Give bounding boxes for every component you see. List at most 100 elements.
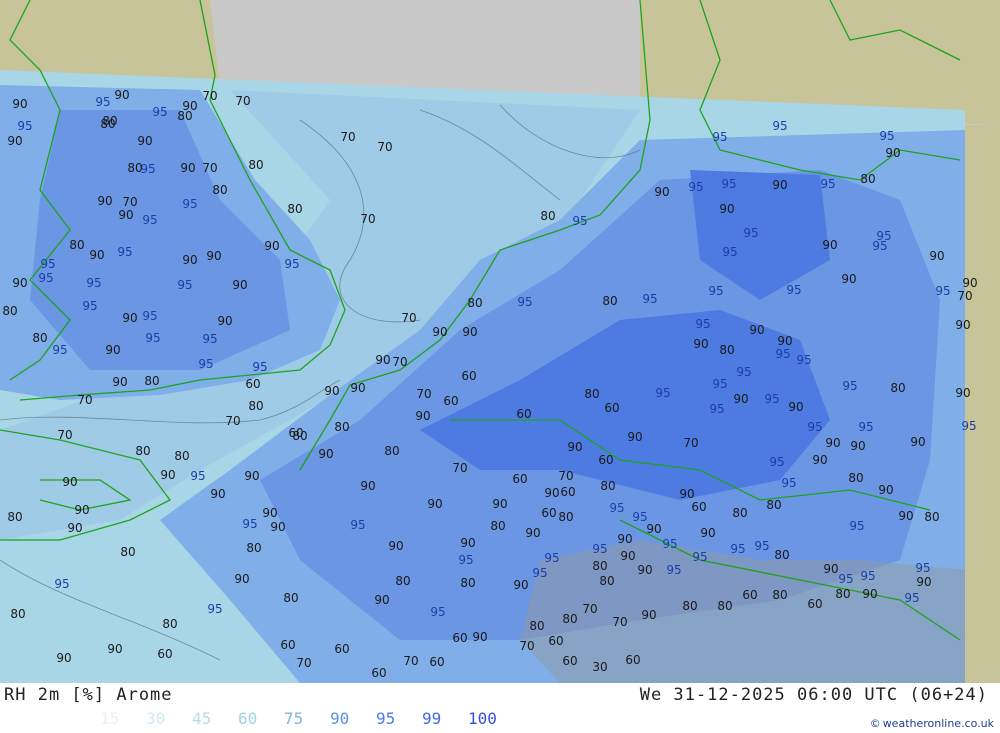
rh-label: 70 (122, 195, 137, 209)
rh-label: 95 (17, 119, 32, 133)
rh-label: 80 (717, 599, 732, 613)
rh-label: 90 (122, 311, 137, 325)
rh-label: 60 (280, 638, 295, 652)
rh-label: 95 (572, 214, 587, 228)
rh-label: 80 (162, 617, 177, 631)
rh-label: 95 (642, 292, 657, 306)
rh-label: 60 (541, 506, 556, 520)
rh-label: 80 (212, 183, 227, 197)
rh-label: 95 (82, 299, 97, 313)
rh-label: 95 (430, 605, 445, 619)
rh-label: 95 (202, 332, 217, 346)
rh-label: 95 (915, 561, 930, 575)
rh-label: 95 (142, 213, 157, 227)
rh-label: 90 (112, 375, 127, 389)
rh-label: 70 (558, 469, 573, 483)
rh-label: 80 (2, 304, 17, 318)
rh-label: 80 (682, 599, 697, 613)
rh-label: 70 (340, 130, 355, 144)
rh-label: 60 (157, 647, 172, 661)
rh-label: 80 (562, 612, 577, 626)
rh-label: 95 (458, 553, 473, 567)
rh-label: 80 (460, 576, 475, 590)
rh-label: 60 (245, 377, 260, 391)
rh-label: 95 (140, 162, 155, 176)
rh-label: 70 (957, 289, 972, 303)
rh-label: 95 (849, 519, 864, 533)
rh-label: 60 (548, 634, 563, 648)
rh-label: 95 (632, 510, 647, 524)
rh-label: 70 (416, 387, 431, 401)
rh-label: 90 (350, 381, 365, 395)
credit[interactable]: © weatheronline.co.uk (870, 717, 994, 730)
rh-label: 90 (234, 572, 249, 586)
rh-label: 95 (736, 365, 751, 379)
rh-label: 60 (560, 485, 575, 499)
rh-label: 95 (860, 569, 875, 583)
rh-label: 95 (796, 353, 811, 367)
rh-label: 90 (916, 575, 931, 589)
rh-label: 90 (107, 642, 122, 656)
rh-label: 95 (544, 551, 559, 565)
rh-label: 90 (679, 487, 694, 501)
rh-label: 95 (708, 284, 723, 298)
rh-label: 95 (207, 602, 222, 616)
rh-label: 60 (625, 653, 640, 667)
rh-label: 95 (666, 563, 681, 577)
rh-label: 90 (375, 353, 390, 367)
rh-label: 90 (137, 134, 152, 148)
rh-label: 90 (627, 430, 642, 444)
rh-label: 90 (513, 578, 528, 592)
rh-label: 80 (248, 399, 263, 413)
rh-label: 80 (924, 510, 939, 524)
rh-label: 95 (350, 518, 365, 532)
rh-label: 95 (142, 309, 157, 323)
rh-label: 80 (558, 510, 573, 524)
rh-label: 90 (12, 276, 27, 290)
rh-label: 70 (612, 615, 627, 629)
rh-label: 80 (120, 545, 135, 559)
rh-label: 90 (182, 253, 197, 267)
rh-label: 95 (284, 257, 299, 271)
rh-label: 90 (733, 392, 748, 406)
rh-label: 95 (872, 239, 887, 253)
legend-item-15: 15 (100, 709, 120, 728)
rh-label: 60 (742, 588, 757, 602)
rh-label: 90 (812, 453, 827, 467)
footer: RH 2m [%] Arome We 31-12-2025 06:00 UTC … (0, 683, 1000, 733)
rh-label: 60 (604, 401, 619, 415)
legend-item-100: 100 (468, 709, 497, 728)
legend-item-75: 75 (284, 709, 304, 728)
rh-label: 70 (403, 654, 418, 668)
rh-label: 80 (384, 444, 399, 458)
rh-label: 95 (879, 129, 894, 143)
credit-text: weatheronline.co.uk (882, 717, 994, 730)
rh-label: 90 (210, 487, 225, 501)
rh-label: 90 (62, 475, 77, 489)
rh-label: 90 (823, 562, 838, 576)
rh-label: 90 (693, 337, 708, 351)
rh-label: 90 (217, 314, 232, 328)
rh-label: 90 (567, 440, 582, 454)
rh-label: 90 (772, 178, 787, 192)
forecast-datetime: We 31-12-2025 06:00 UTC (06+24) (639, 685, 988, 705)
rh-label: 95 (145, 331, 160, 345)
rh-label: 95 (764, 392, 779, 406)
rh-label: 90 (427, 497, 442, 511)
rh-label: 90 (89, 248, 104, 262)
rh-label: 90 (270, 520, 285, 534)
rh-label: 95 (781, 476, 796, 490)
rh-label: 70 (377, 140, 392, 154)
rh-label: 70 (683, 436, 698, 450)
rh-label: 95 (40, 257, 55, 271)
rh-label: 80 (860, 172, 875, 186)
rh-label: 95 (117, 245, 132, 259)
rh-label: 60 (562, 654, 577, 668)
rh-label: 80 (127, 161, 142, 175)
rh-label: 90 (7, 134, 22, 148)
rh-label: 95 (517, 295, 532, 309)
rh-label: 95 (182, 197, 197, 211)
rh-label: 90 (374, 593, 389, 607)
rh-label: 80 (246, 541, 261, 555)
rh-label: 90 (620, 549, 635, 563)
